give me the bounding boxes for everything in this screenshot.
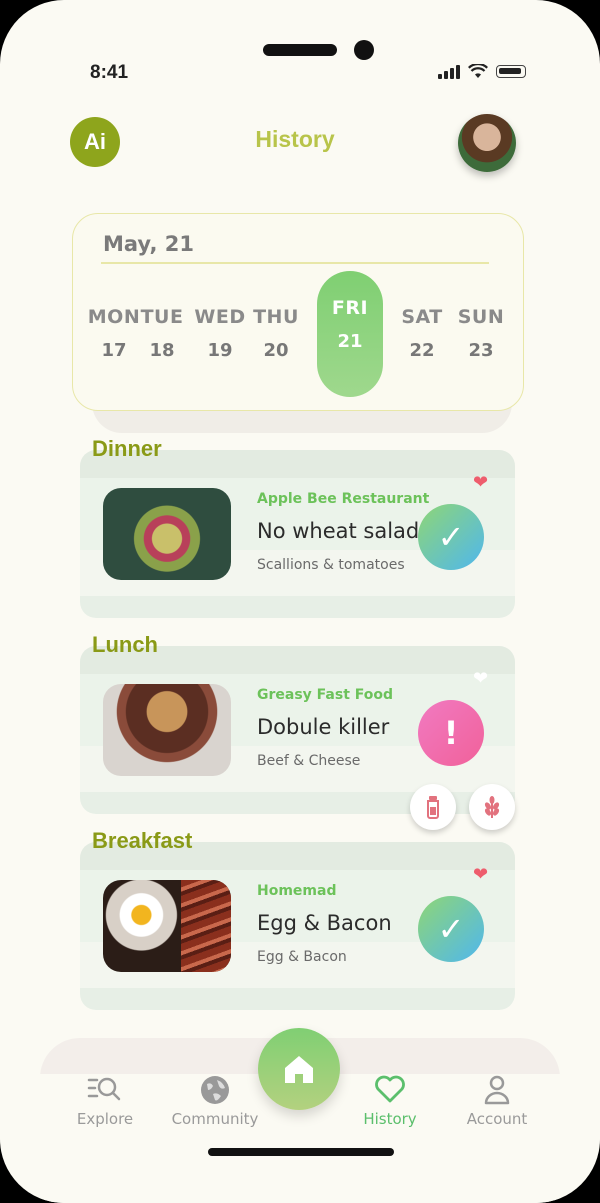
signal-icon [438,64,460,79]
meal-subtitle: Egg & Bacon [257,949,347,965]
nav-label: Explore [76,1110,134,1128]
person-icon [447,1074,547,1110]
meal-section-breakfast: Homemad Egg & Bacon Egg & Bacon ❤ ✓ Brea… [80,828,515,1018]
day-thu[interactable]: THU 20 [248,306,304,361]
milk-bottle-icon[interactable] [410,784,456,830]
calendar-month: May, 21 [103,232,194,256]
day-date: 20 [263,340,289,361]
day-name: TUE [140,306,184,328]
meal-label: Breakfast [92,828,193,853]
favorite-heart-icon[interactable]: ❤ [473,472,488,493]
check-status-icon[interactable]: ✓ [418,504,484,570]
day-name: SAT [401,306,443,328]
bacon-strips [181,880,231,972]
wifi-icon [468,64,488,78]
home-button[interactable] [258,1028,340,1110]
meal-card[interactable]: Apple Bee Restaurant No wheat salad Scal… [80,450,515,618]
meal-card[interactable]: Homemad Egg & Bacon Egg & Bacon ❤ ✓ [80,842,515,1010]
avatar[interactable] [458,114,516,172]
meal-card[interactable]: Greasy Fast Food Dobule killer Beef & Ch… [80,646,515,814]
nav-item-history[interactable]: History [340,1074,440,1128]
nav-item-explore[interactable]: Explore [55,1074,155,1128]
battery-icon [496,65,526,78]
nav-label: Community [171,1110,259,1128]
nav-item-account[interactable]: Account [447,1074,547,1128]
speaker-notch [263,44,337,56]
day-tue[interactable]: TUE 18 [134,306,190,361]
check-status-icon[interactable]: ✓ [418,896,484,962]
meal-subtitle: Scallions & tomatoes [257,557,405,573]
phone-screen: 8:41 Ai History May, 21 MON 17 TUE 18 WE… [0,0,600,1203]
nav-item-community[interactable]: Community [165,1074,265,1128]
meal-title: Dobule killer [257,715,390,739]
day-name: THU [253,306,299,328]
status-icons [438,64,526,79]
day-name: FRI [331,297,369,319]
divider [101,262,489,264]
wheat-icon[interactable] [469,784,515,830]
meal-source: Homemad [257,883,337,899]
favorite-heart-icon[interactable]: ❤ [473,668,488,689]
meal-label: Lunch [92,632,158,657]
card-footer [80,596,515,618]
day-sun[interactable]: SUN 23 [453,306,509,361]
day-fri-selected[interactable]: FRI 21 [317,271,383,397]
nav-label: History [363,1110,417,1128]
explore-icon [55,1074,155,1110]
day-date: 18 [149,340,175,361]
day-date: 19 [207,340,233,361]
day-date: 21 [337,331,363,352]
globe-icon [165,1074,265,1110]
nav-label: Account [466,1110,528,1128]
status-time: 8:41 [90,62,129,83]
day-wed[interactable]: WED 19 [192,306,248,361]
meal-subtitle: Beef & Cheese [257,753,361,769]
day-date: 22 [409,340,435,361]
day-name: SUN [457,306,505,328]
meal-source: Apple Bee Restaurant [257,491,430,507]
meal-source: Greasy Fast Food [257,687,394,703]
card-footer [80,988,515,1010]
heart-icon [340,1074,440,1110]
camera-dot [354,40,374,60]
week-calendar: May, 21 MON 17 TUE 18 WED 19 THU 20 FRI … [72,213,524,411]
warning-status-icon[interactable]: ! [418,700,484,766]
day-date: 23 [468,340,494,361]
meal-label: Dinner [92,436,162,461]
meal-section-dinner: Apple Bee Restaurant No wheat salad Scal… [80,436,515,626]
meal-title: Egg & Bacon [257,911,392,935]
day-name: WED [194,306,246,328]
day-sat[interactable]: SAT 22 [394,306,450,361]
favorite-heart-icon[interactable]: ❤ [473,864,488,885]
salad-image [103,488,231,580]
home-icon [285,1056,313,1083]
burger-image [103,684,231,776]
meal-title: No wheat salad [257,519,420,543]
home-indicator [208,1148,394,1156]
egg-bacon-image [103,880,231,972]
